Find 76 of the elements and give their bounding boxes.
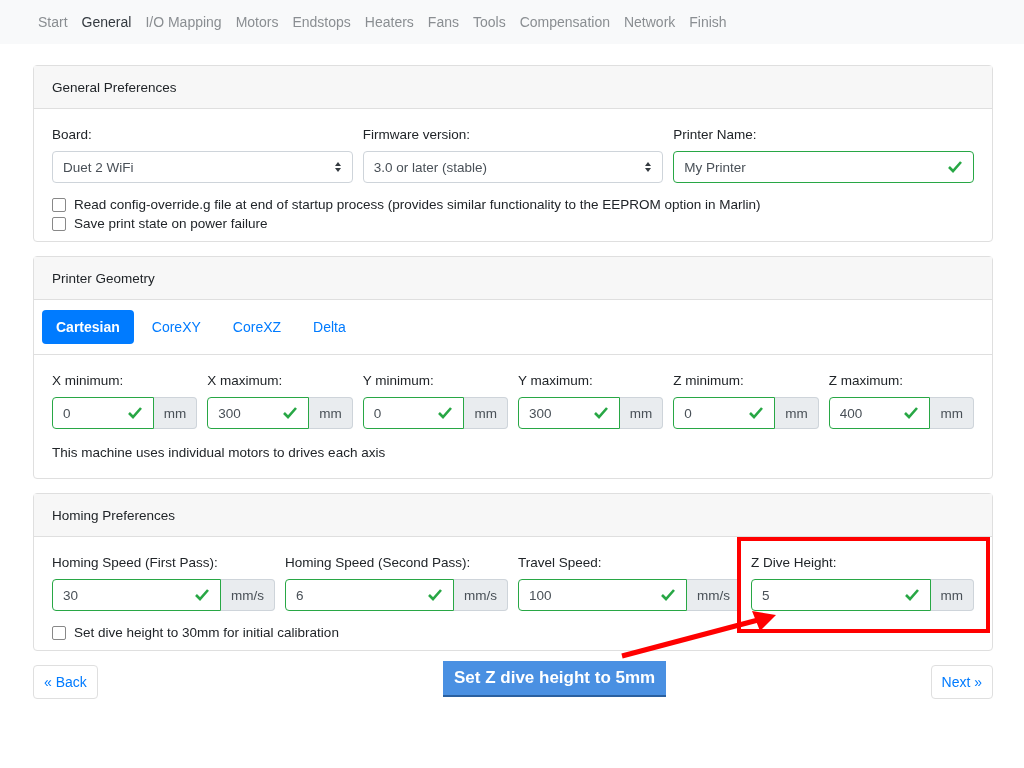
check-icon — [437, 406, 454, 420]
check-icon — [126, 406, 143, 420]
check-icon — [282, 406, 299, 420]
field-label: X minimum: — [52, 373, 125, 388]
check-icon — [660, 588, 676, 602]
checkbox-label: Save print state on power failure — [74, 216, 268, 231]
check-icon — [947, 160, 963, 174]
unit-label: mm — [309, 397, 353, 429]
field-label: Y minimum: — [362, 373, 435, 388]
nav-link[interactable]: Endstops — [285, 14, 358, 30]
number-field[interactable]: 400 — [828, 397, 931, 429]
check-icon — [427, 588, 443, 602]
nav-link[interactable]: I/O Mapping — [138, 14, 229, 30]
field-label: Travel Speed: — [518, 555, 603, 570]
card-title: General Preferences — [52, 79, 177, 95]
number-field[interactable]: 30 — [52, 579, 221, 611]
field-label: Z Dive Height: — [751, 555, 838, 570]
number-field[interactable]: 300 — [518, 397, 620, 429]
field-label: Board: — [52, 127, 93, 142]
unit-label: mm — [930, 579, 974, 611]
unit-label: mm — [775, 397, 819, 429]
select-field[interactable]: Duet 2 WiFi — [52, 151, 353, 183]
select-arrows-icon — [333, 161, 342, 173]
back-button[interactable]: « Back — [33, 665, 98, 699]
checkbox[interactable] — [52, 216, 66, 231]
unit-label: mm — [153, 397, 198, 429]
next-button[interactable]: Next » — [930, 665, 993, 699]
card-title: Homing Preferences — [52, 507, 176, 523]
field-label: Printer Name: — [673, 127, 758, 142]
nav-link[interactable]: Tools — [466, 14, 513, 30]
unit-label: mm/s — [454, 579, 508, 611]
card-title: Printer Geometry — [52, 270, 155, 286]
nav-link[interactable]: Fans — [420, 14, 466, 30]
check-icon — [903, 588, 920, 602]
select-field[interactable]: 3.0 or later (stable) — [362, 151, 664, 183]
checkbox[interactable] — [52, 625, 66, 640]
field-label: X maximum: — [207, 373, 284, 388]
geometry-tab[interactable]: Delta — [299, 310, 360, 344]
number-field[interactable]: 100 — [518, 579, 687, 611]
field-label: Y maximum: — [518, 373, 594, 388]
checkbox[interactable] — [52, 197, 66, 212]
number-field[interactable]: 300 — [207, 397, 310, 429]
check-icon — [903, 406, 920, 420]
number-field[interactable]: 0 — [362, 397, 465, 429]
field-label: Z minimum: — [673, 373, 745, 388]
geometry-note: This machine uses individual motors to drives each axis — [52, 445, 387, 460]
unit-label: mm/s — [221, 579, 275, 611]
field-label: Firmware version: — [362, 127, 471, 142]
check-icon — [748, 406, 765, 420]
unit-label: mm — [619, 397, 664, 429]
checkbox-label: Set dive height to 30mm for initial calibration — [74, 625, 339, 640]
field-label: Z maximum: — [828, 373, 904, 388]
text-field[interactable]: My Printer — [673, 151, 974, 183]
unit-label: mm — [930, 397, 974, 429]
geometry-tab[interactable]: CoreXZ — [218, 310, 296, 344]
nav-link[interactable]: Start — [31, 14, 75, 30]
number-field[interactable]: 6 — [285, 579, 454, 611]
field-label: Homing Speed (First Pass): — [52, 555, 219, 570]
number-field[interactable]: 0 — [673, 397, 776, 429]
checkbox-label: Read config-override.g file at end of startup process (provides similar functionality to the EEPROM option in Marlin) — [74, 197, 761, 212]
nav-link[interactable]: Heaters — [357, 14, 421, 30]
geometry-tab[interactable]: Cartesian — [42, 310, 134, 344]
nav-link[interactable]: Finish — [682, 14, 734, 30]
nav-link[interactable]: Network — [616, 14, 683, 30]
nav-link[interactable]: Motors — [228, 14, 286, 30]
number-field[interactable]: 0 — [52, 397, 154, 429]
annotation-callout: Set Z dive height to 5mm — [443, 661, 667, 697]
nav-link[interactable]: Compensation — [512, 14, 617, 30]
nav-link[interactable]: General — [74, 14, 139, 30]
unit-label: mm — [464, 397, 508, 429]
field-label: Homing Speed (Second Pass): — [285, 555, 472, 570]
number-field[interactable]: 5 — [751, 579, 931, 611]
select-arrows-icon — [644, 161, 653, 173]
check-icon — [194, 588, 210, 602]
geometry-tab[interactable]: CoreXY — [137, 310, 215, 344]
check-icon — [592, 406, 609, 420]
